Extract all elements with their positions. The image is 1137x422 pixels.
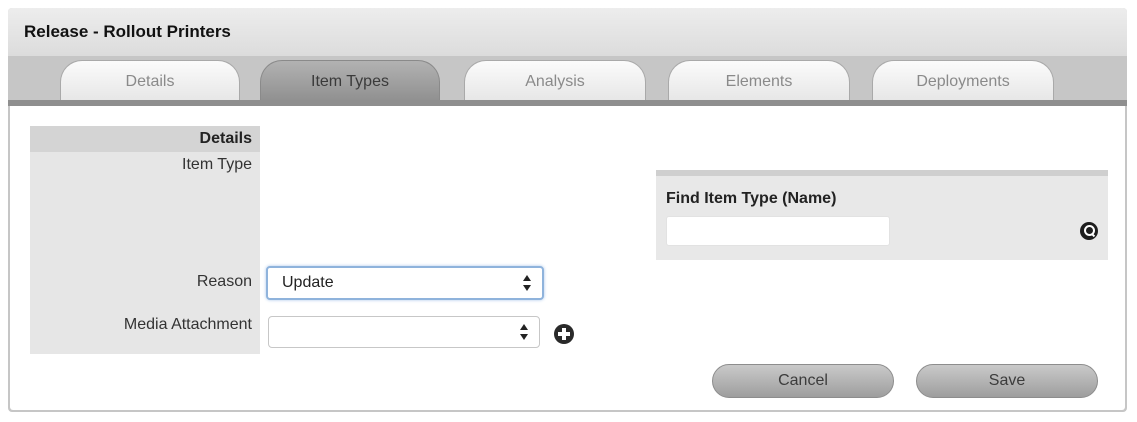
tab-content: Details Item Type Reason Media Attachmen… [10,106,1125,410]
item-type-label: Item Type [182,156,252,173]
title-bar: Release - Rollout Printers [8,8,1127,56]
form-label-column: Details Item Type Reason Media Attachmen… [30,126,260,354]
tab-elements[interactable]: Elements [668,60,850,102]
find-item-type-panel: Find Item Type (Name) [656,170,1108,260]
search-icon[interactable] [1080,222,1098,240]
tab-item-types[interactable]: Item Types [260,60,440,102]
cancel-button[interactable]: Cancel [712,364,894,398]
reason-label: Reason [196,273,252,290]
find-item-type-title: Find Item Type (Name) [666,190,837,207]
page-title: Release - Rollout Printers [24,22,231,41]
save-button[interactable]: Save [916,364,1098,398]
release-window: Release - Rollout Printers Details Item … [8,8,1127,412]
add-media-attachment-icon[interactable] [554,324,574,344]
section-label: Details [199,130,252,147]
up-down-arrows-icon [523,275,531,291]
tab-analysis[interactable]: Analysis [464,60,646,102]
reason-select-value: Update [282,274,334,291]
media-attachment-select[interactable] [268,316,540,348]
reason-select[interactable]: Update [266,266,544,300]
tab-details[interactable]: Details [60,60,240,102]
media-attachment-label: Media Attachment [123,316,252,333]
find-item-type-input[interactable] [666,216,890,246]
up-down-arrows-icon [520,324,528,340]
tab-deployments[interactable]: Deployments [872,60,1054,102]
